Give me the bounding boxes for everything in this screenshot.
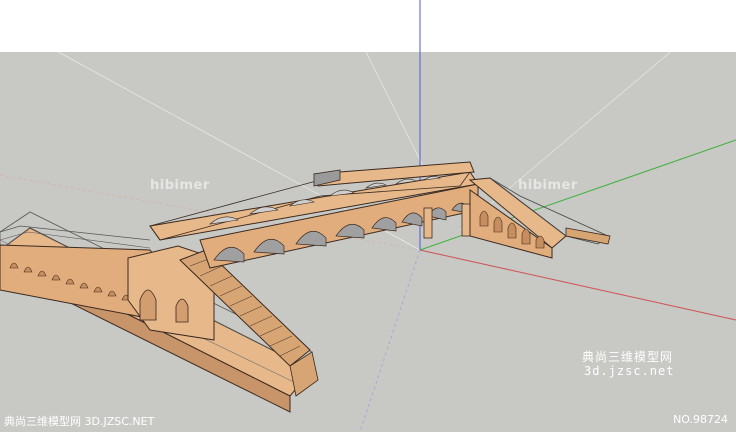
watermark-brand-cn: 典尚三维模型网 (582, 350, 674, 364)
watermark-brand-url: 3d.jzsc.net (584, 364, 675, 378)
guide-line-white-2 (349, 19, 431, 181)
3d-viewport[interactable]: hibimer hibimer 典尚三维模型网 3d.jzsc.net 典尚三维… (0, 0, 736, 432)
blue-axis-dotted (359, 249, 421, 432)
pier-1 (423, 207, 433, 239)
watermark-logo-left: hibimer (150, 178, 210, 193)
left-tower-arch (139, 289, 157, 321)
footer-model-number: NO.98724 (673, 413, 728, 426)
pier-2 (461, 203, 471, 237)
red-axis-line (419, 249, 736, 321)
watermark-logo-right: hibimer (518, 178, 578, 193)
footer-site-label: 典尚三维模型网 3D.JZSC.NET (4, 415, 155, 428)
